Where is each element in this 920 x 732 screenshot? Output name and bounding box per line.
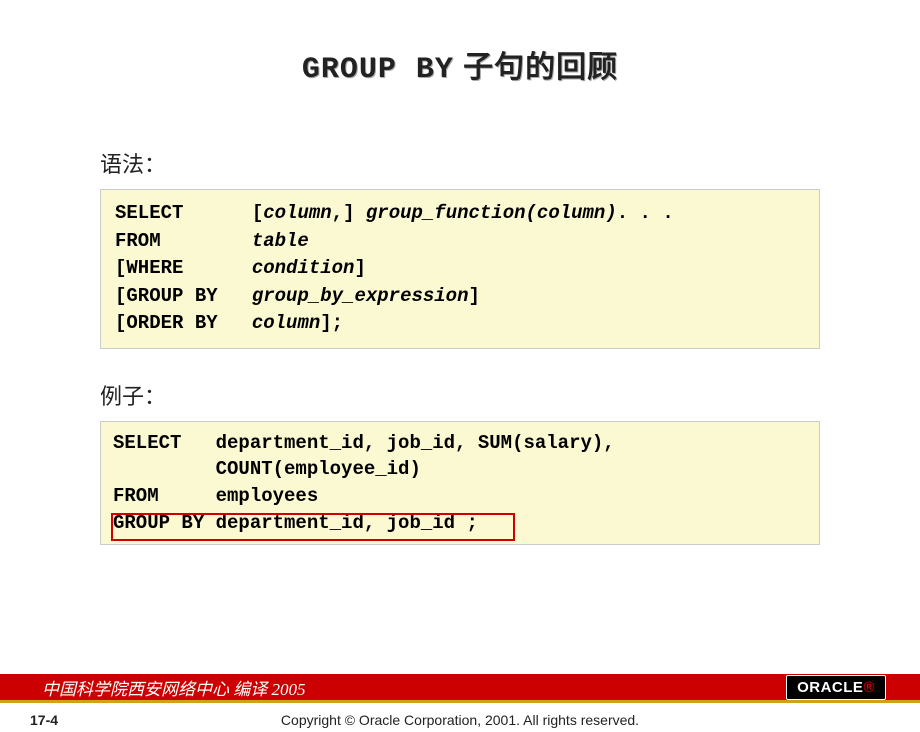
- it-groupexpr: group_by_expression: [252, 285, 469, 307]
- translator-text: 中国科学院西安网络中心 编译 2005: [42, 675, 786, 700]
- title-cn: 子句的回顾: [454, 51, 618, 84]
- oracle-text: ORACLE: [797, 679, 863, 696]
- copyright-text: Copyright © Oracle Corporation, 2001. Al…: [0, 712, 920, 728]
- comma-bracket: ,]: [332, 202, 355, 224]
- bracket-close: ]: [354, 257, 365, 279]
- oracle-reg-icon: ®: [863, 679, 875, 696]
- syntax-line-1: SELECT [column,] group_function(column).…: [115, 200, 805, 228]
- yellow-line: [0, 700, 920, 703]
- example-line-2: COUNT(employee_id): [113, 456, 807, 483]
- bracket: [: [252, 202, 263, 224]
- bracket-close-3: ];: [320, 312, 343, 334]
- content-area: 语法： SELECT [column,] group_function(colu…: [100, 147, 820, 545]
- example-label: 例子：: [100, 379, 820, 411]
- kw-select: SELECT: [115, 202, 183, 224]
- kw-orderby: [ORDER BY: [115, 312, 218, 334]
- footer-bar: 中国科学院西安网络中心 编译 2005 ORACLE®: [0, 674, 920, 704]
- kw-from: FROM: [115, 230, 161, 252]
- red-strip: 中国科学院西安网络中心 编译 2005 ORACLE®: [0, 674, 920, 700]
- it-column2: column: [252, 312, 320, 334]
- syntax-line-5: [ORDER BY column];: [115, 310, 805, 338]
- example-line-4: GROUP BY department_id, job_id ;: [113, 510, 807, 537]
- syntax-line-3: [WHERE condition]: [115, 255, 805, 283]
- syntax-line-4: [GROUP BY group_by_expression]: [115, 283, 805, 311]
- title-mono: GROUP BY: [302, 53, 454, 87]
- slide-title: GROUP BY 子句的回顾: [0, 42, 920, 87]
- slide: GROUP BY 子句的回顾 语法： SELECT [column,] grou…: [0, 42, 920, 732]
- it-groupfunc: group_function(column): [354, 202, 616, 224]
- example-line-3: FROM employees: [113, 483, 807, 510]
- dots: . . .: [617, 202, 674, 224]
- syntax-label: 语法：: [100, 147, 820, 179]
- kw-groupby: [GROUP BY: [115, 285, 218, 307]
- it-condition: condition: [252, 257, 355, 279]
- it-column: column: [263, 202, 331, 224]
- kw-where: [WHERE: [115, 257, 183, 279]
- oracle-logo: ORACLE®: [786, 675, 886, 700]
- syntax-line-2: FROM table: [115, 228, 805, 256]
- example-line-1: SELECT department_id, job_id, SUM(salary…: [113, 430, 807, 457]
- example-codebox: SELECT department_id, job_id, SUM(salary…: [100, 421, 820, 545]
- bracket-close-2: ]: [468, 285, 479, 307]
- it-table: table: [252, 230, 309, 252]
- syntax-codebox: SELECT [column,] group_function(column).…: [100, 189, 820, 349]
